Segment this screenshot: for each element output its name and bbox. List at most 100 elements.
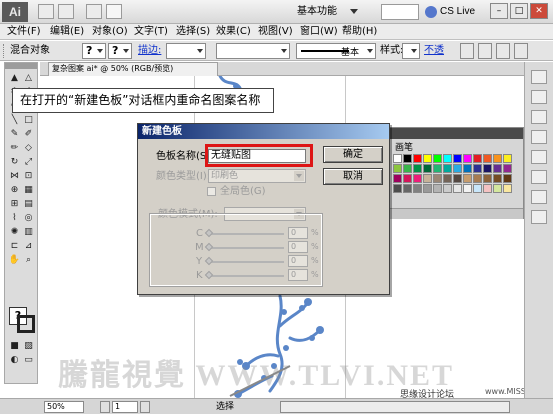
stroke-weight-input[interactable] xyxy=(166,43,206,59)
swatch-cell[interactable] xyxy=(433,164,442,173)
brush-definition-dropdown[interactable]: 基本 xyxy=(296,43,376,59)
color-mode-icon[interactable]: ■ xyxy=(8,341,21,352)
menu-effect[interactable]: 效果(C) xyxy=(216,26,251,38)
stroke-swatch[interactable] xyxy=(17,315,35,333)
next-artboard-button[interactable] xyxy=(140,401,150,413)
ok-button[interactable]: 确定 xyxy=(323,146,383,163)
brushes-tab[interactable]: 画笔 xyxy=(395,140,413,153)
swatch-cell[interactable] xyxy=(493,184,502,193)
paintbrush-tool-icon[interactable]: ✎ xyxy=(8,129,21,140)
black-slider-track[interactable] xyxy=(208,275,284,277)
menu-edit[interactable]: 编辑(E) xyxy=(50,26,84,38)
gradient-mode-icon[interactable]: ▨ xyxy=(22,341,35,352)
swatch-cell[interactable] xyxy=(503,164,512,173)
maximize-button[interactable]: □ xyxy=(510,3,528,19)
color-type-select[interactable]: 印刷色 xyxy=(208,169,306,183)
bridge-icon[interactable] xyxy=(38,4,54,19)
swatch-cell[interactable] xyxy=(483,174,492,183)
magenta-value[interactable]: 0 xyxy=(288,241,308,253)
swatch-cell[interactable] xyxy=(463,184,472,193)
gradient-tool-icon[interactable]: ▤ xyxy=(22,199,35,210)
yellow-slider-track[interactable] xyxy=(208,261,284,263)
swatch-cell[interactable] xyxy=(433,174,442,183)
swatch-cell[interactable] xyxy=(503,184,512,193)
stroke-dropdown[interactable]: ? xyxy=(108,43,132,59)
rectangle-tool-icon[interactable]: □ xyxy=(22,115,35,126)
yellow-slider-thumb[interactable] xyxy=(204,256,214,266)
swatches-panel-icon[interactable] xyxy=(531,110,547,124)
swatch-name-input[interactable]: 无缝贴图 xyxy=(208,149,306,163)
swatch-cell[interactable] xyxy=(453,164,462,173)
swatch-cell[interactable] xyxy=(473,164,482,173)
free-transform-tool-icon[interactable]: ⊡ xyxy=(22,171,35,182)
draw-mode-icon[interactable]: ◐ xyxy=(8,355,21,366)
rotate-tool-icon[interactable]: ↻ xyxy=(8,157,21,168)
column-graph-tool-icon[interactable]: ▥ xyxy=(22,227,35,238)
swatch-cell[interactable] xyxy=(463,164,472,173)
swatch-cell[interactable] xyxy=(403,164,412,173)
artboard-tool-icon[interactable]: ⊏ xyxy=(8,241,21,252)
swatch-cell[interactable] xyxy=(483,184,492,193)
swatch-cell[interactable] xyxy=(403,184,412,193)
width-tool-icon[interactable]: ⋈ xyxy=(8,171,21,182)
variable-width-dropdown[interactable] xyxy=(216,43,290,59)
eyedropper-tool-icon[interactable]: ⌇ xyxy=(8,213,21,224)
screen-mode-icon[interactable] xyxy=(106,4,122,19)
menu-help[interactable]: 帮助(H) xyxy=(342,26,377,38)
screen-mode-tool-icon[interactable]: ▭ xyxy=(22,355,35,366)
color-guide-panel-icon[interactable] xyxy=(531,90,547,104)
symbols-panel-icon[interactable] xyxy=(531,150,547,164)
swatch-cell[interactable] xyxy=(453,174,462,183)
first-artboard-button[interactable] xyxy=(100,401,110,413)
swatch-cell[interactable] xyxy=(393,184,402,193)
graphic-styles-panel-icon[interactable] xyxy=(531,170,547,184)
zoom-tool-icon[interactable]: ⌕ xyxy=(22,255,35,266)
line-tool-icon[interactable]: ╲ xyxy=(8,115,21,126)
swatch-cell[interactable] xyxy=(473,154,482,163)
minimize-button[interactable]: – xyxy=(490,3,508,19)
mini-bridge-icon[interactable] xyxy=(58,4,74,19)
pencil-tool-icon[interactable]: ✐ xyxy=(22,129,35,140)
swatch-cell[interactable] xyxy=(483,154,492,163)
menu-window[interactable]: 窗口(W) xyxy=(300,26,338,38)
brushes-panel-icon[interactable] xyxy=(531,130,547,144)
magenta-slider-thumb[interactable] xyxy=(204,242,214,252)
swatch-cell[interactable] xyxy=(423,154,432,163)
swatch-cell[interactable] xyxy=(443,174,452,183)
swatches-panel-header[interactable] xyxy=(383,128,523,139)
direct-selection-tool-icon[interactable]: △ xyxy=(22,73,35,84)
swatch-cell[interactable] xyxy=(413,184,422,193)
swatch-cell[interactable] xyxy=(393,164,402,173)
blend-tool-icon[interactable]: ◎ xyxy=(22,213,35,224)
cancel-button[interactable]: 取消 xyxy=(323,168,383,185)
workspace-switcher[interactable]: 基本功能 xyxy=(297,5,375,19)
opacity-link[interactable]: 不透 xyxy=(424,45,444,57)
menu-select[interactable]: 选择(S) xyxy=(176,26,210,38)
swatch-cell[interactable] xyxy=(453,154,462,163)
cs-live-button[interactable]: CS Live xyxy=(440,6,475,17)
swatch-cell[interactable] xyxy=(393,154,402,163)
menu-file[interactable]: 文件(F) xyxy=(7,26,41,38)
cyan-slider-track[interactable] xyxy=(208,233,284,235)
swatch-cell[interactable] xyxy=(443,154,452,163)
horizontal-scrollbar[interactable] xyxy=(280,401,510,413)
swatch-cell[interactable] xyxy=(483,164,492,173)
swatch-cell[interactable] xyxy=(493,164,502,173)
color-panel-icon[interactable] xyxy=(531,70,547,84)
mesh-tool-icon[interactable]: ⊞ xyxy=(8,199,21,210)
swatch-cell[interactable] xyxy=(443,184,452,193)
stroke-link[interactable]: 描边: xyxy=(138,45,161,57)
perspective-grid-tool-icon[interactable]: ▦ xyxy=(22,185,35,196)
swatch-cell[interactable] xyxy=(433,184,442,193)
document-setup-icon[interactable] xyxy=(460,43,474,59)
align-icon[interactable] xyxy=(478,43,492,59)
hand-tool-icon[interactable]: ✋ xyxy=(8,255,21,266)
swatch-cell[interactable] xyxy=(473,184,482,193)
black-slider-thumb[interactable] xyxy=(204,270,214,280)
artboard-number-input[interactable]: 1 xyxy=(112,401,138,413)
swatch-cell[interactable] xyxy=(493,174,502,183)
swatch-cell[interactable] xyxy=(433,154,442,163)
swatch-cell[interactable] xyxy=(413,174,422,183)
panel-menu-icon[interactable] xyxy=(514,43,528,59)
fill-dropdown[interactable]: ? xyxy=(82,43,106,59)
